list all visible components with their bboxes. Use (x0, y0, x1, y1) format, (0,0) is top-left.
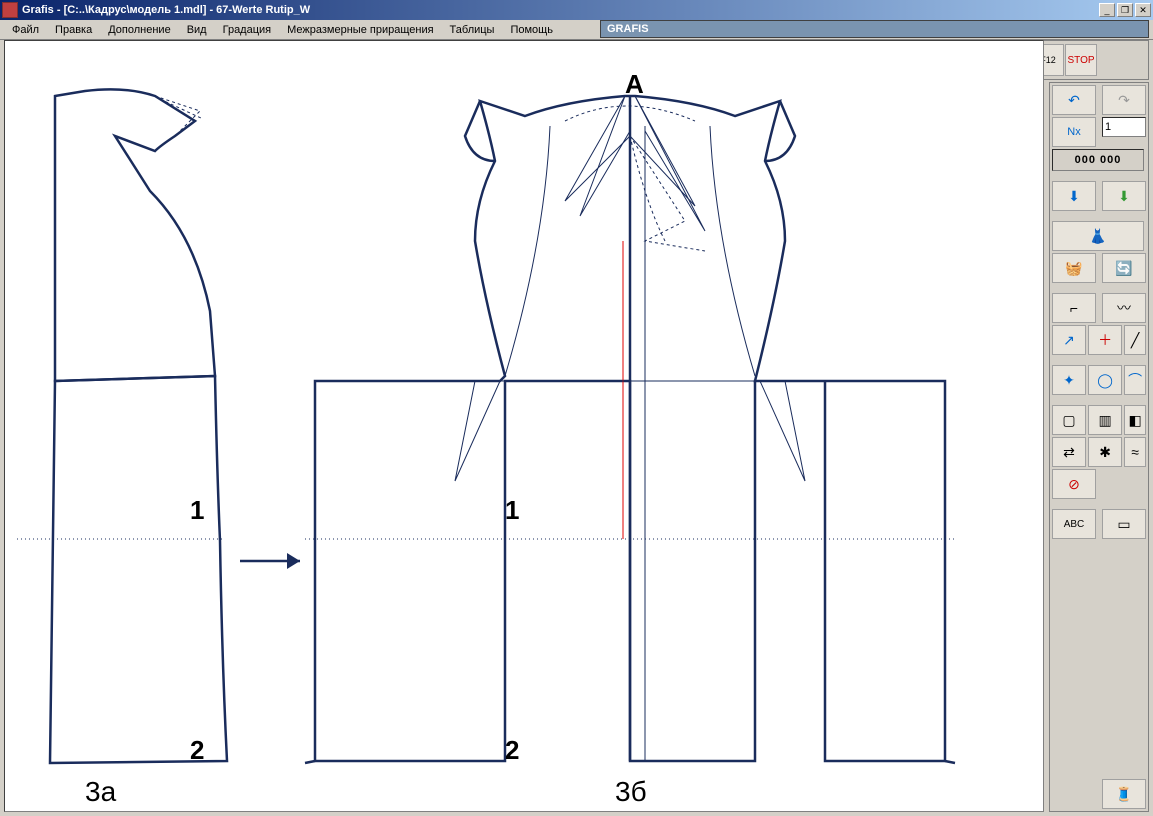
machine-icon[interactable]: 🧵 (1102, 779, 1146, 809)
mirror-icon[interactable]: ⇄ (1052, 437, 1086, 467)
menu-tables[interactable]: Таблицы (442, 22, 503, 38)
arc-icon[interactable]: ⌒ (1124, 365, 1146, 395)
sparkle-icon[interactable]: ✦ (1052, 365, 1086, 395)
restore-button[interactable]: ❐ (1117, 3, 1133, 17)
arrow-icon (240, 553, 300, 569)
corner-icon[interactable]: ⌐ (1052, 293, 1096, 323)
counter-display: 000 000 (1052, 149, 1144, 171)
wave-icon[interactable]: ≈ (1124, 437, 1146, 467)
transform-icon[interactable]: 🔄 (1102, 253, 1146, 283)
menu-edit[interactable]: Правка (47, 22, 100, 38)
label-left-1: 1 (190, 495, 204, 525)
curve-icon[interactable]: 〰 (1102, 293, 1146, 323)
subwindow-titlebar: GRAFIS (600, 20, 1149, 38)
window-titlebar: Grafis - [C:..\Кадрус\модель 1.mdl] - 67… (0, 0, 1153, 20)
undo-icon[interactable]: ↶ (1052, 85, 1096, 115)
pattern2-icon[interactable]: ▥ (1088, 405, 1122, 435)
menu-help[interactable]: Помощь (502, 22, 561, 38)
canvas[interactable]: 1 2 3а (4, 40, 1044, 812)
redo-icon[interactable]: ↷ (1102, 85, 1146, 115)
subwindow-title: GRAFIS (607, 23, 649, 35)
pattern3-icon[interactable]: ◧ (1124, 405, 1146, 435)
star-dot-icon[interactable]: ✱ (1088, 437, 1122, 467)
basket-icon[interactable]: 🧺 (1052, 253, 1096, 283)
right-panel: ↶ ↷ Nx 000 000 ⬇ ⬇ 👗 🧺 🔄 ⌐ 〰 ↗ ＋ ╱ ✦ ◯ ⌒… (1049, 82, 1149, 812)
label-right-1: 1 (505, 495, 519, 525)
menu-addition[interactable]: Дополнение (100, 22, 178, 38)
menu-file[interactable]: Файл (4, 22, 47, 38)
menu-intersize[interactable]: Межразмерные приращения (279, 22, 441, 38)
label-right-2: 2 (505, 735, 519, 765)
caption-right: 3б (615, 776, 647, 807)
delete-icon[interactable]: ⊘ (1052, 469, 1096, 499)
pattern1-icon[interactable]: ▢ (1052, 405, 1086, 435)
abc-icon[interactable]: ABC (1052, 509, 1096, 539)
close-button[interactable]: ✕ (1135, 3, 1151, 17)
label-left-2: 2 (190, 735, 204, 765)
piece-tool-icon[interactable]: 👗 (1052, 221, 1144, 251)
caption-left: 3а (85, 776, 117, 807)
menu-view[interactable]: Вид (179, 22, 215, 38)
nx-icon[interactable]: Nx (1052, 117, 1096, 147)
line-icon[interactable]: ↗ (1052, 325, 1086, 355)
label-A: А (625, 69, 644, 99)
arrow-down-green-icon[interactable]: ⬇ (1102, 181, 1146, 211)
circle-icon[interactable]: ◯ (1088, 365, 1122, 395)
piece-outline-icon[interactable]: ▭ (1102, 509, 1146, 539)
nx-input[interactable] (1102, 117, 1146, 137)
diag-icon[interactable]: ╱ (1124, 325, 1146, 355)
stop-icon[interactable]: STOP (1065, 44, 1097, 76)
menu-grading[interactable]: Градация (215, 22, 280, 38)
cross-icon[interactable]: ＋ (1088, 325, 1122, 355)
app-icon (2, 2, 18, 18)
minimize-button[interactable]: _ (1099, 3, 1115, 17)
arrow-down-blue-icon[interactable]: ⬇ (1052, 181, 1096, 211)
window-title: Grafis - [C:..\Кадрус\модель 1.mdl] - 67… (22, 4, 1099, 16)
